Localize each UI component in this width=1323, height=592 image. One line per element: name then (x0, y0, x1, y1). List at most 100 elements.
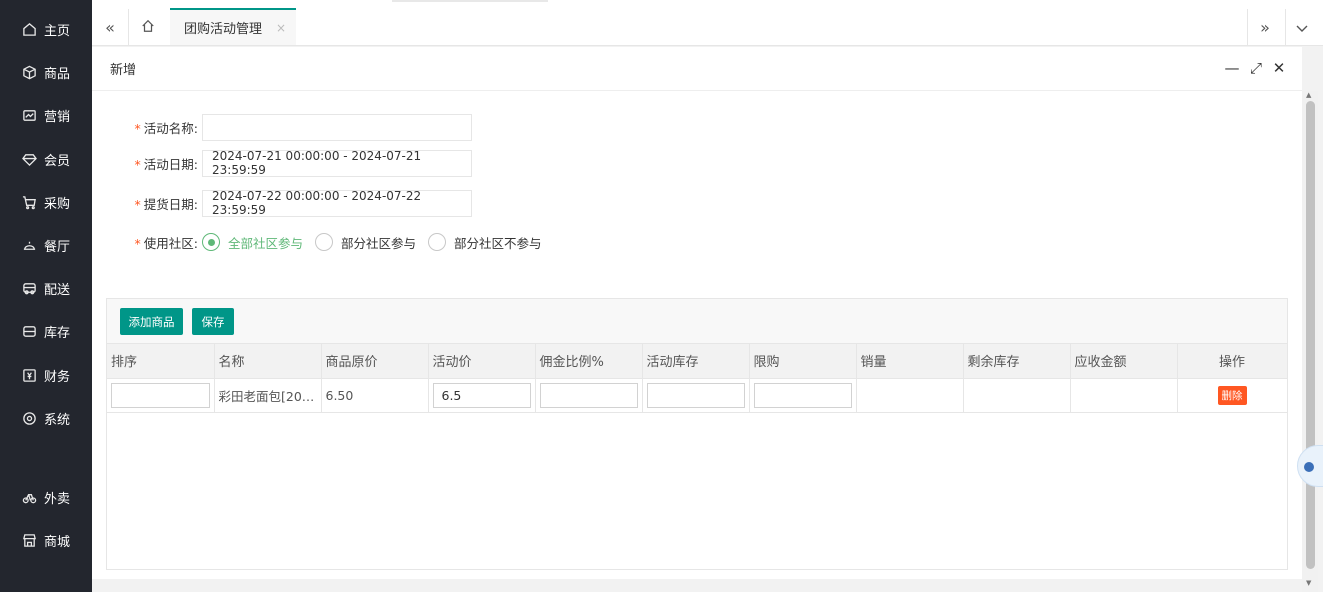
radio-circle (428, 233, 447, 251)
cell-price: 6.50 (321, 378, 429, 413)
sidebar-item-label: 系统 (44, 412, 71, 428)
pickup-date-input[interactable]: 2024-07-22 00:00:00 - 2024-07-22 23:59:5… (202, 189, 472, 217)
limit-input[interactable] (753, 382, 852, 408)
sidebar-item-inventory[interactable]: 库存 (0, 316, 92, 346)
sidebar-item-members[interactable]: 会员 (0, 144, 92, 174)
product-table: 排序 名称 商品原价 活动价 佣金比例% 活动库存 限购 销量 剩余库存 应收金… (107, 344, 1288, 413)
scrollbar-thumb[interactable] (1306, 101, 1315, 569)
inbox-icon (21, 323, 37, 339)
sidebar-item-label: 商品 (44, 66, 71, 82)
sidebar-item-products[interactable]: 商品 (0, 57, 92, 87)
product-table-area: 添加商品 保存 排序 名称 商品原价 活动价 佣金比例% 活动库存 限购 销量 … (106, 298, 1288, 570)
form-row-date: * 活动日期: 2024-07-21 00:00:00 - 2024-07-21 … (92, 149, 472, 177)
column-header: 剩余库存 (963, 344, 1071, 379)
radio-label: 部分社区参与 (341, 235, 417, 251)
form-label: * 使用社区: (92, 233, 202, 252)
commission-input[interactable] (539, 382, 638, 408)
radio-some-communities[interactable]: 部分社区参与 (315, 233, 416, 252)
scroll-down-icon[interactable]: ▼ (1306, 579, 1311, 587)
cell-name: 彩田老面包[20… (214, 378, 322, 413)
sidebar-item-label: 库存 (44, 325, 71, 341)
sidebar-item-label: 主页 (44, 23, 71, 39)
cell-action: 删除 (1177, 378, 1288, 413)
sidebar-item-marketing[interactable]: 营销 (0, 100, 92, 130)
cell-sales (856, 378, 964, 413)
home-icon (21, 21, 37, 37)
settings-icon (21, 410, 37, 426)
home-tab-button[interactable] (130, 9, 166, 45)
form-label: * 活动名称: (92, 118, 202, 137)
scroll-tabs-right-button[interactable]: » (1247, 9, 1283, 45)
table-header-row: 排序 名称 商品原价 活动价 佣金比例% 活动库存 限购 销量 剩余库存 应收金… (107, 344, 1288, 379)
form-label: * 活动日期: (92, 154, 202, 173)
column-header: 活动价 (428, 344, 536, 379)
sidebar-item-takeout[interactable]: 外卖 (0, 482, 92, 512)
radio-all-communities[interactable]: 全部社区参与 (202, 233, 303, 252)
activity-name-input[interactable] (202, 113, 472, 141)
maximize-icon[interactable]: ⤢ (1247, 59, 1265, 77)
sort-input[interactable] (111, 382, 210, 408)
activity-price-input[interactable]: 6.5 (432, 382, 531, 408)
dialog-header: 新增 — ⤢ ✕ (92, 47, 1302, 91)
activity-date-input[interactable]: 2024-07-21 00:00:00 - 2024-07-21 23:59:5… (202, 149, 472, 177)
form-row-pickup: * 提货日期: 2024-07-22 00:00:00 - 2024-07-22 … (92, 189, 472, 217)
required-mark: * (134, 196, 141, 212)
minimize-icon[interactable]: — (1223, 59, 1241, 77)
sidebar-item-restaurant[interactable]: 餐厅 (0, 230, 92, 260)
column-header: 名称 (214, 344, 322, 379)
label-text: 活动名称: (143, 120, 198, 136)
add-product-button[interactable]: 添加商品 (120, 308, 183, 335)
required-mark: * (134, 120, 141, 136)
sidebar-item-system[interactable]: 系统 (0, 403, 92, 433)
tab-menu-button[interactable] (1284, 9, 1320, 45)
sidebar-item-label: 采购 (44, 196, 71, 212)
cell-sort (107, 378, 215, 413)
label-text: 使用社区: (143, 235, 198, 251)
tab-group-buy-management[interactable]: 团购活动管理 × (170, 8, 296, 45)
close-icon[interactable]: ✕ (1270, 59, 1288, 77)
sidebar-item-purchase[interactable]: 采购 (0, 187, 92, 217)
sidebar-item-label: 会员 (44, 153, 71, 169)
cell-remaining (963, 378, 1071, 413)
top-tab-bar: « 团购活动管理 × » (92, 0, 1323, 46)
radio-label: 部分社区不参与 (454, 235, 542, 251)
scroll-up-icon[interactable]: ▲ (1306, 91, 1311, 99)
scrollbar[interactable]: ▲ ▼ (1302, 91, 1318, 592)
column-header: 佣金比例% (535, 344, 643, 379)
close-icon[interactable]: × (276, 21, 286, 35)
assistant-icon (1304, 462, 1314, 472)
table-toolbar: 添加商品 保存 (107, 299, 1287, 344)
bike-icon (21, 489, 37, 505)
sidebar-item-delivery[interactable]: 配送 (0, 273, 92, 303)
sidebar-item-home[interactable]: 主页 (0, 14, 92, 44)
tab-label: 团购活动管理 (184, 22, 263, 37)
radio-exclude-communities[interactable]: 部分社区不参与 (428, 233, 542, 252)
finance-icon (21, 367, 37, 383)
sidebar-item-label: 商城 (44, 534, 71, 550)
sidebar-item-label: 餐厅 (44, 239, 71, 255)
column-header: 操作 (1177, 344, 1288, 379)
column-header: 应收金额 (1070, 344, 1178, 379)
collapse-tabs-button[interactable]: « (92, 9, 128, 45)
column-header: 限购 (749, 344, 857, 379)
delete-button[interactable]: 删除 (1217, 385, 1247, 405)
chevron-down-icon (1296, 18, 1308, 37)
cart-icon (21, 194, 37, 210)
column-header: 商品原价 (321, 344, 429, 379)
chart-icon (21, 107, 37, 123)
column-header: 活动库存 (642, 344, 750, 379)
diamond-icon (21, 151, 37, 167)
column-header: 排序 (107, 344, 215, 379)
label-text: 活动日期: (143, 156, 198, 172)
form-label: * 提货日期: (92, 194, 202, 213)
box-icon (21, 64, 37, 80)
dialog-title: 新增 (110, 63, 137, 78)
cell-receivable (1070, 378, 1178, 413)
home-outline-icon (141, 18, 155, 37)
activity-stock-input[interactable] (646, 382, 745, 408)
sidebar-item-mall[interactable]: 商城 (0, 525, 92, 555)
sidebar-item-finance[interactable]: 财务 (0, 360, 92, 390)
radio-label: 全部社区参与 (228, 235, 304, 251)
radio-circle (202, 233, 220, 251)
save-button[interactable]: 保存 (192, 308, 234, 335)
